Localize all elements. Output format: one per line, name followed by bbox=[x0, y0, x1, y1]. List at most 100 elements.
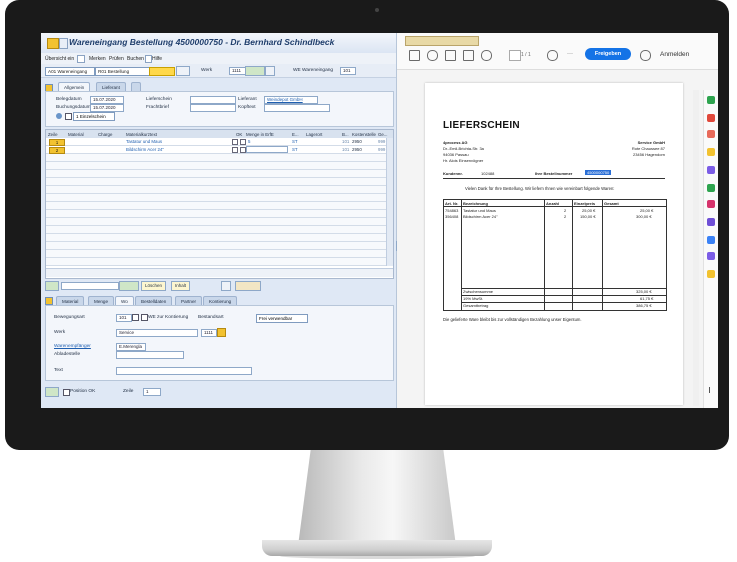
row-bwa: 101 bbox=[342, 139, 350, 144]
row-kurztext[interactable]: Tastatur und Maus bbox=[126, 139, 162, 144]
settings-icon[interactable] bbox=[265, 66, 275, 76]
row-checkbox[interactable] bbox=[232, 147, 238, 153]
search-icon[interactable] bbox=[176, 66, 190, 76]
frachtbrief-field[interactable] bbox=[190, 104, 236, 112]
search-icon[interactable] bbox=[481, 50, 492, 61]
row-menge-input[interactable] bbox=[246, 146, 288, 153]
abladestelle-field[interactable] bbox=[116, 351, 184, 359]
edit-pdf-icon[interactable] bbox=[707, 130, 715, 138]
menu-hilfe[interactable]: Hilfe bbox=[152, 56, 162, 62]
buchungsdatum-field[interactable]: 15.07.2020 bbox=[90, 104, 124, 112]
werk-code-field[interactable]: 1111 bbox=[201, 329, 217, 337]
text-field[interactable] bbox=[116, 367, 252, 375]
horizontal-scrollbar[interactable] bbox=[46, 268, 393, 277]
bestellnr-value[interactable]: 4500000750 bbox=[585, 170, 612, 175]
zeile-field[interactable]: 1 bbox=[143, 388, 161, 396]
menu-merken[interactable]: Merken bbox=[89, 56, 106, 62]
col-kostenstelle[interactable]: Kostenstelle bbox=[352, 132, 376, 137]
fill-sign-icon[interactable] bbox=[707, 200, 715, 208]
find-icon[interactable] bbox=[119, 281, 139, 291]
pdf-scrollbar[interactable] bbox=[693, 90, 699, 406]
execute-icon[interactable] bbox=[245, 66, 265, 76]
delete-button[interactable]: Löschen bbox=[141, 281, 167, 291]
belegdatum-field[interactable]: 15.07.2020 bbox=[90, 96, 124, 104]
create-pdf-icon[interactable] bbox=[707, 114, 715, 122]
save-icon[interactable] bbox=[409, 50, 420, 61]
einzelschein-select[interactable]: 1 Einzelschein bbox=[73, 112, 115, 121]
bestandsart-select[interactable]: Frei verwendbar bbox=[256, 314, 308, 323]
row-ok-checkbox[interactable] bbox=[240, 139, 246, 145]
help-icon[interactable] bbox=[640, 50, 651, 61]
plus-checkbox[interactable] bbox=[132, 314, 139, 321]
quick-tools-strip[interactable] bbox=[405, 36, 479, 46]
empfaenger-label[interactable]: Warenempfänger bbox=[54, 344, 91, 349]
col-material[interactable]: Material bbox=[68, 132, 84, 137]
menu-uebersicht[interactable]: Übersicht ein bbox=[45, 56, 74, 62]
werk-lookup-icon[interactable] bbox=[217, 328, 226, 337]
reference-select[interactable]: R01 Bestellung bbox=[95, 67, 151, 76]
protect-icon[interactable] bbox=[707, 218, 715, 226]
col-bwa[interactable]: B... bbox=[342, 132, 349, 137]
position-ok-checkbox[interactable] bbox=[63, 389, 70, 396]
row-number-button[interactable]: 2 bbox=[49, 147, 65, 154]
upload-icon[interactable] bbox=[427, 50, 438, 61]
order-number-field[interactable] bbox=[149, 67, 175, 76]
kopftext-field[interactable] bbox=[264, 104, 330, 112]
col-ge[interactable]: Ge... bbox=[378, 132, 388, 137]
content-button[interactable]: Inhalt bbox=[171, 281, 191, 291]
col-charge[interactable]: Charge bbox=[98, 132, 112, 137]
signin-link[interactable]: Anmelden bbox=[660, 51, 689, 58]
help-circle-icon[interactable] bbox=[56, 113, 62, 119]
checkbox-einzelschein[interactable] bbox=[65, 113, 72, 120]
werk-name-field[interactable]: Service bbox=[116, 329, 198, 337]
table-row[interactable]: 2 Bildschirm Acer 24" ST 101 2950 999 bbox=[46, 146, 393, 154]
menu-pruefen[interactable]: Prüfen bbox=[109, 56, 124, 62]
page-icon[interactable] bbox=[77, 55, 85, 63]
more-tools-icon[interactable]: ··· bbox=[567, 51, 573, 57]
comment-icon[interactable] bbox=[707, 148, 715, 156]
mail-icon[interactable] bbox=[463, 50, 474, 61]
lieferant-field[interactable]: Weindepot GmbH bbox=[264, 96, 318, 104]
export-pdf-icon[interactable] bbox=[707, 96, 715, 104]
row-menge[interactable]: 5 bbox=[248, 139, 250, 144]
navigate-icon[interactable] bbox=[45, 387, 59, 397]
row-kurztext[interactable]: Bildschirm Acer 24" bbox=[126, 147, 164, 152]
movement-field[interactable]: 101 bbox=[340, 67, 356, 75]
pdf-viewer: 1 / 1 ··· Freigeben Anmelden LIEFERSCHEI… bbox=[397, 33, 718, 408]
empfaenger-field[interactable]: E.Merengla bbox=[116, 343, 146, 351]
sort-icon[interactable] bbox=[45, 281, 59, 291]
col-ok[interactable]: OK bbox=[236, 132, 242, 137]
combine-icon[interactable] bbox=[707, 166, 715, 174]
kontierung-checkbox[interactable] bbox=[141, 314, 148, 321]
row-number-button[interactable]: 1 bbox=[49, 139, 65, 146]
collapse-panel-icon[interactable] bbox=[709, 387, 715, 393]
page-number-field[interactable] bbox=[509, 50, 521, 61]
row-kostenstelle[interactable]: 2950 bbox=[352, 147, 362, 152]
col-zeile[interactable]: Zeile bbox=[48, 132, 58, 137]
compress-icon[interactable] bbox=[707, 236, 715, 244]
grid-icon[interactable] bbox=[221, 281, 231, 291]
zoom-in-icon[interactable] bbox=[547, 50, 558, 61]
row-checkbox[interactable] bbox=[232, 139, 238, 145]
col-kurztext[interactable]: Materialkurztext bbox=[126, 132, 157, 137]
menu-buchen[interactable]: Buchen bbox=[127, 56, 144, 62]
collapse-icon[interactable] bbox=[45, 297, 53, 305]
bewegungsart-field[interactable]: 101 bbox=[116, 314, 132, 322]
sign-icon[interactable] bbox=[707, 252, 715, 260]
vertical-scrollbar[interactable] bbox=[386, 138, 393, 266]
row-kostenstelle[interactable]: 2950 bbox=[352, 139, 362, 144]
organize-icon[interactable] bbox=[707, 184, 715, 192]
more-tools-icon[interactable] bbox=[707, 270, 715, 278]
table-row[interactable]: 1 Tastatur und Maus 5 ST 101 2950 999 bbox=[46, 138, 393, 146]
filter-field[interactable] bbox=[61, 282, 119, 290]
col-lagerort[interactable]: Lagerort bbox=[306, 132, 322, 137]
layout-icon[interactable] bbox=[235, 281, 261, 291]
col-einheit[interactable]: E... bbox=[292, 132, 299, 137]
action-select[interactable]: A01 Wareneingang bbox=[45, 67, 95, 76]
lieferschein-field[interactable] bbox=[190, 96, 236, 104]
tools-sidebar bbox=[703, 90, 718, 408]
print-icon[interactable] bbox=[445, 50, 456, 61]
share-button[interactable]: Freigeben bbox=[585, 48, 631, 60]
col-menge[interactable]: Menge in ErfE bbox=[246, 132, 274, 137]
help-icon[interactable] bbox=[145, 55, 152, 63]
